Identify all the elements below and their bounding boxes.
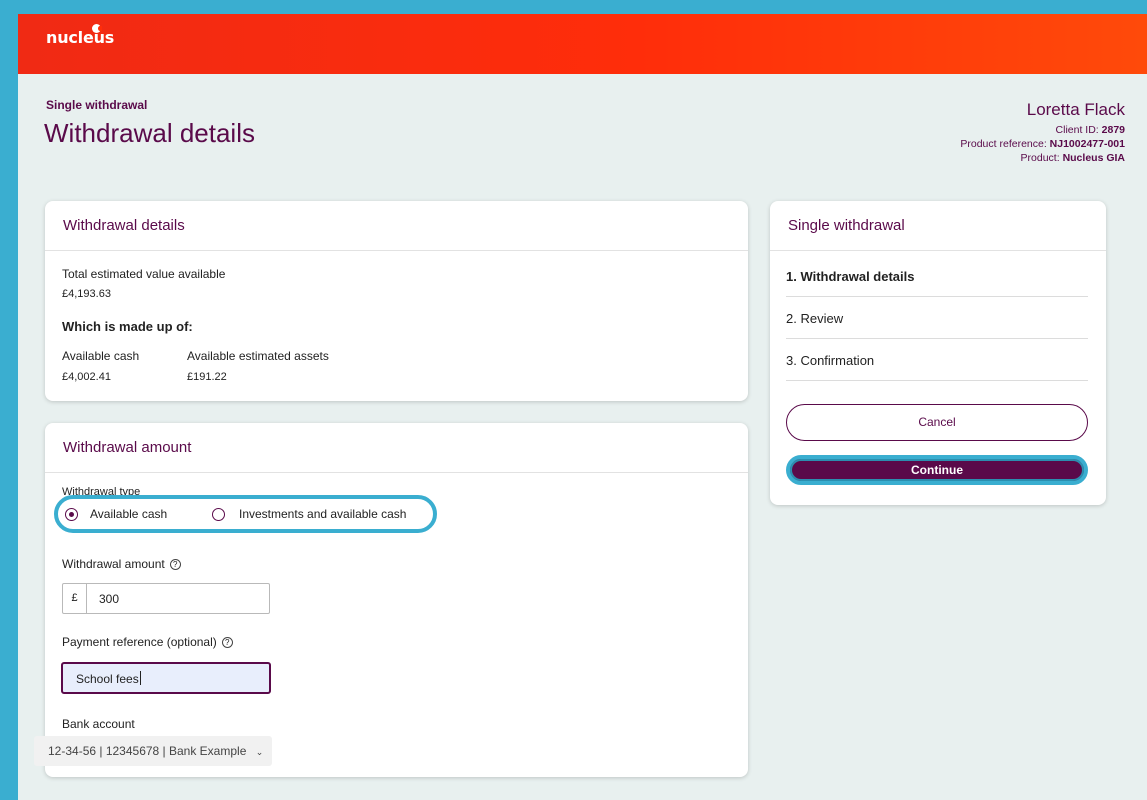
radio-investments-and-cash-label[interactable]: Investments and available cash bbox=[239, 507, 406, 521]
product-line: Product: Nucleus GIA bbox=[960, 151, 1125, 165]
help-icon[interactable]: ? bbox=[221, 637, 233, 648]
total-value-label: Total estimated value available bbox=[62, 267, 226, 281]
available-cash-value: £4,002.41 bbox=[62, 371, 111, 383]
client-id-label: Client ID: bbox=[1055, 124, 1102, 136]
bank-account-select[interactable]: 12-34-56 | 12345678 | Bank Example ⌄ bbox=[34, 736, 272, 766]
single-withdrawal-steps-card: Single withdrawal 1. Withdrawal details … bbox=[770, 201, 1106, 505]
client-summary: Loretta Flack Client ID: 2879 Product re… bbox=[960, 100, 1125, 165]
withdrawal-amount-heading: Withdrawal amount bbox=[45, 423, 748, 473]
currency-prefix: £ bbox=[63, 584, 87, 613]
top-bar: nucleus bbox=[18, 14, 1147, 74]
product-label: Product: bbox=[1020, 152, 1063, 164]
step-withdrawal-details: 1. Withdrawal details bbox=[786, 269, 1088, 297]
app-frame: nucleus Single withdrawal Withdrawal det… bbox=[18, 14, 1147, 800]
product-reference-line: Product reference: NJ1002477-001 bbox=[960, 137, 1125, 151]
bank-account-value: 12-34-56 | 12345678 | Bank Example bbox=[48, 744, 247, 758]
product-value: Nucleus GIA bbox=[1062, 152, 1125, 164]
payment-reference-field[interactable]: School fees bbox=[61, 662, 271, 694]
page-subtitle: Single withdrawal bbox=[46, 98, 148, 112]
withdrawal-details-card: Withdrawal details Total estimated value… bbox=[45, 201, 748, 401]
withdrawal-amount-label: Withdrawal amount? bbox=[62, 557, 181, 571]
text-cursor bbox=[140, 671, 141, 685]
withdrawal-amount-field[interactable]: £ 300 bbox=[62, 583, 270, 614]
product-reference-value: NJ1002477-001 bbox=[1049, 138, 1125, 150]
nucleus-logo[interactable]: nucleus bbox=[46, 28, 114, 47]
estimated-assets-label: Available estimated assets bbox=[187, 349, 329, 363]
withdrawal-details-heading: Withdrawal details bbox=[45, 201, 748, 251]
product-reference-label: Product reference: bbox=[960, 138, 1050, 150]
payment-reference-value: School fees bbox=[76, 672, 139, 686]
chevron-down-icon: ⌄ bbox=[255, 747, 264, 757]
radio-available-cash[interactable] bbox=[65, 508, 78, 521]
page-title: Withdrawal details bbox=[44, 118, 255, 148]
estimated-assets-value: £191.22 bbox=[187, 371, 227, 383]
bank-account-label: Bank account bbox=[62, 717, 135, 731]
cancel-button[interactable]: Cancel bbox=[786, 404, 1088, 441]
client-id-value: 2879 bbox=[1101, 124, 1125, 136]
help-icon[interactable]: ? bbox=[169, 559, 181, 570]
withdrawal-amount-label-text: Withdrawal amount bbox=[62, 557, 165, 571]
logo-mark-icon bbox=[92, 24, 102, 33]
step-review: 2. Review bbox=[786, 311, 1088, 339]
withdrawal-amount-card: Withdrawal amount Withdrawal type Withdr… bbox=[45, 423, 748, 777]
total-value: £4,193.63 bbox=[62, 288, 111, 300]
made-up-of-label: Which is made up of: bbox=[62, 319, 193, 334]
step-confirmation: 3. Confirmation bbox=[786, 353, 1088, 381]
payment-reference-label: Payment reference (optional)? bbox=[62, 635, 233, 649]
withdrawal-amount-value: 300 bbox=[99, 592, 120, 606]
client-id-line: Client ID: 2879 bbox=[960, 123, 1125, 137]
withdrawal-type-radio-group: Available cash Investments and available… bbox=[54, 495, 437, 533]
radio-investments-and-cash[interactable] bbox=[212, 508, 225, 521]
client-name: Loretta Flack bbox=[1026, 100, 1125, 119]
radio-available-cash-label[interactable]: Available cash bbox=[90, 507, 167, 521]
available-cash-label: Available cash bbox=[62, 349, 140, 363]
payment-reference-label-text: Payment reference (optional) bbox=[62, 635, 217, 649]
steps-heading: Single withdrawal bbox=[770, 201, 1106, 251]
continue-button[interactable]: Continue bbox=[786, 455, 1088, 485]
